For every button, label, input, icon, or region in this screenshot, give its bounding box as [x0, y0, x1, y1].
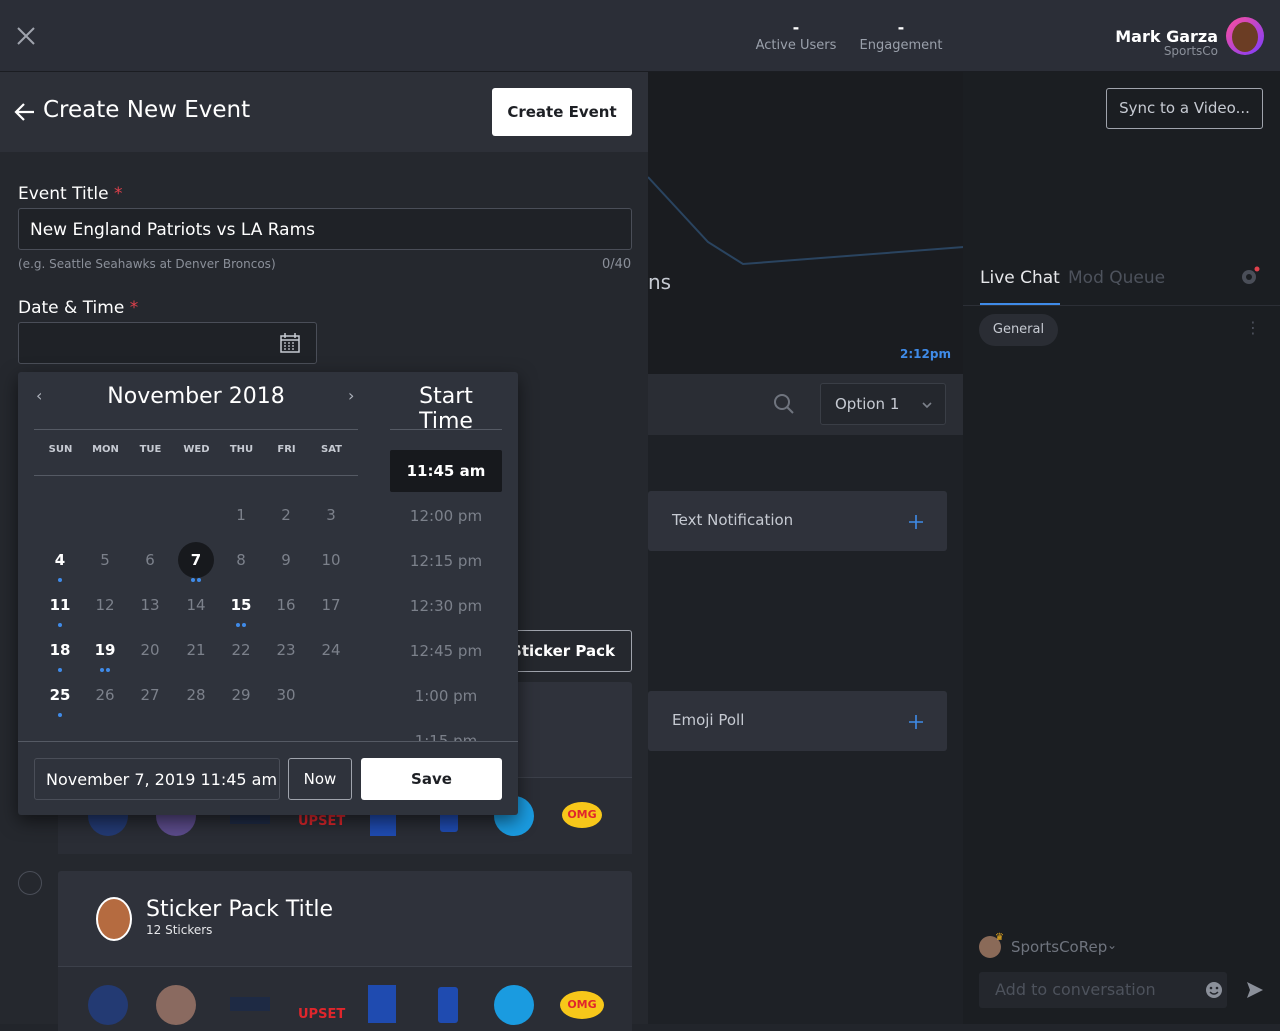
required-mark: * — [113, 184, 123, 204]
player-sticker — [156, 985, 196, 1025]
user-org: SportsCo — [1163, 44, 1218, 58]
tab-mod-queue[interactable]: Mod Queue — [1068, 268, 1165, 288]
final-four-sticker — [88, 985, 128, 1025]
more-icon[interactable]: ⋮ — [1245, 318, 1261, 337]
emoji-icon[interactable] — [1205, 981, 1223, 999]
pack-avatar — [96, 897, 132, 941]
event-title-value: New England Patriots vs LA Rams — [30, 220, 315, 240]
upset-sticker: UPSET — [298, 1007, 346, 1022]
selected-datetime-field[interactable]: November 7, 2019 11:45 am — [34, 758, 280, 800]
filter-bar: Option 1 — [648, 374, 963, 435]
date-time-input[interactable] — [18, 322, 317, 364]
sticker-pack-card[interactable]: Sticker Pack Title 12 Stickers UPSET OMG — [58, 871, 632, 1031]
active-users-value: - — [792, 18, 800, 37]
chat-panel: Sync to a Video... Live Chat Mod Queue G… — [963, 72, 1280, 1024]
chat-input[interactable]: Add to conversation — [979, 972, 1227, 1008]
date-time-label-text: Date & Time — [18, 298, 125, 318]
calendar-icon[interactable] — [279, 332, 301, 354]
month-label: November 2018 — [107, 384, 285, 409]
pack-title: Sticker Pack Title — [146, 897, 334, 922]
sticker-pack-radio[interactable] — [18, 871, 42, 895]
text-notification-card[interactable]: Text Notification — [648, 491, 947, 551]
channel-general[interactable]: General — [979, 314, 1058, 346]
partial-title: ns — [648, 270, 672, 294]
foam-finger-sticker — [438, 987, 458, 1023]
date-time-label: Date & Time * — [18, 298, 138, 318]
top-bar: - Active Users - Engagement Mark Garza S… — [0, 0, 1280, 72]
plus-icon[interactable] — [909, 715, 923, 729]
close-icon[interactable] — [14, 24, 38, 48]
divider — [18, 741, 518, 742]
search-icon[interactable] — [772, 392, 796, 416]
option-select-value: Option 1 — [835, 395, 900, 413]
divider — [390, 429, 502, 430]
create-event-button[interactable]: Create Event — [492, 88, 632, 136]
engagement-line-chart — [648, 176, 964, 266]
sync-video-button[interactable]: Sync to a Video... — [1106, 88, 1263, 129]
event-title-label-text: Event Title — [18, 184, 109, 204]
emoji-poll-label: Emoji Poll — [672, 711, 745, 729]
engagement-stat: - Engagement — [851, 18, 951, 54]
active-users-label: Active Users — [755, 38, 837, 53]
time-option[interactable]: 12:45 pm — [390, 630, 502, 672]
gear-icon[interactable] — [1238, 266, 1260, 288]
time-list: 11:45 am 12:00 pm 12:15 pm 12:30 pm 12:45 pm… — [18, 450, 518, 741]
prev-month-icon[interactable]: ‹ — [36, 386, 42, 405]
tab-live-chat[interactable]: Live Chat — [980, 268, 1060, 305]
march-madness-sticker — [230, 997, 270, 1011]
time-option[interactable]: 12:30 pm — [390, 585, 502, 627]
send-icon[interactable] — [1245, 980, 1265, 1000]
required-mark: * — [129, 298, 139, 318]
crown-icon: ♛ — [995, 932, 1004, 943]
date-picker: ‹ November 2018 › SUN MON TUE WED THU FRI SAT … — [18, 372, 518, 815]
rep-name: SportsCoRep — [1011, 938, 1108, 956]
pack-count: 12 Stickers — [146, 923, 213, 937]
chat-tabs: Live Chat Mod Queue — [963, 248, 1280, 306]
start-time-label: Start Time — [419, 384, 473, 434]
emoji-poll-card[interactable]: Emoji Poll — [648, 691, 947, 751]
text-notification-label: Text Notification — [672, 511, 794, 529]
time-option[interactable]: 12:00 pm — [390, 495, 502, 537]
time-label: 2:12pm — [900, 347, 951, 361]
now-button[interactable]: Now — [288, 758, 352, 800]
save-button[interactable]: Save — [361, 758, 502, 800]
time-option[interactable]: 1:00 pm — [390, 675, 502, 717]
rep-selector[interactable]: ♛ SportsCoRep ⌄ — [979, 932, 1129, 960]
plus-icon[interactable] — [909, 515, 923, 529]
chevron-down-icon — [922, 402, 932, 409]
engagement-label: Engagement — [859, 38, 943, 53]
ncaa-sticker — [494, 985, 534, 1025]
number-three-sticker — [368, 985, 396, 1023]
divider — [34, 429, 358, 430]
time-option[interactable]: 12:15 pm — [390, 540, 502, 582]
engagement-value: - — [897, 18, 905, 37]
time-option[interactable]: 11:45 am — [390, 450, 502, 492]
active-users-stat: - Active Users — [746, 18, 846, 54]
avatar[interactable] — [1226, 17, 1264, 55]
page-title: Create New Event — [43, 97, 251, 123]
omg-sticker: OMG — [560, 991, 604, 1019]
chevron-down-icon: ⌄ — [1107, 938, 1118, 952]
sticker-row: UPSET OMG — [58, 967, 632, 1031]
selected-datetime-value: November 7, 2019 11:45 am — [46, 770, 278, 789]
option-select[interactable]: Option 1 — [820, 383, 946, 425]
upset-sticker: UPSET — [298, 814, 346, 829]
event-title-hint: (e.g. Seattle Seahawks at Denver Broncos… — [18, 257, 276, 271]
event-title-input[interactable]: New England Patriots vs LA Rams — [18, 208, 632, 250]
omg-sticker: OMG — [562, 802, 602, 828]
next-month-icon[interactable]: › — [348, 386, 354, 405]
char-count: 0/40 — [602, 257, 632, 272]
back-arrow-icon[interactable] — [14, 102, 36, 122]
chat-input-placeholder: Add to conversation — [995, 980, 1156, 999]
time-option[interactable]: 1:15 pm — [390, 720, 502, 741]
event-title-label: Event Title * — [18, 184, 122, 204]
